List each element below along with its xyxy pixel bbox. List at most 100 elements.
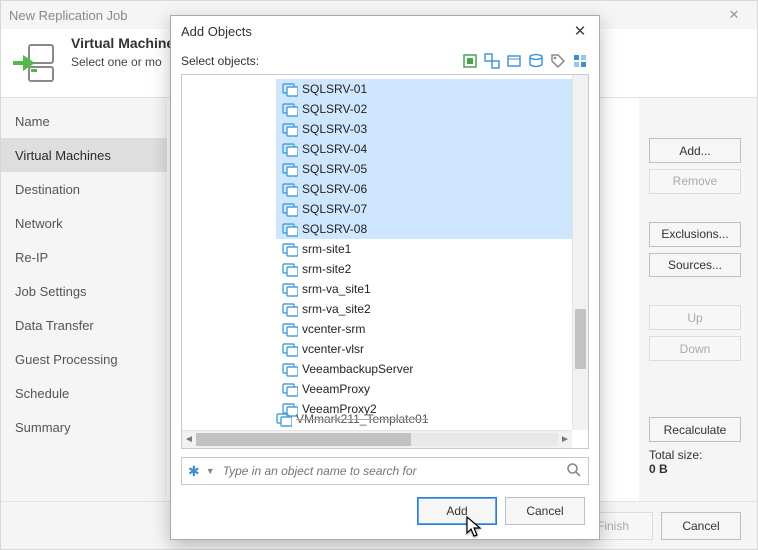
tree-item[interactable]: SQLSRV-04 [276,139,572,159]
object-tree-scroll[interactable]: SQLSRV-01 SQLSRV-02 SQLSRV-03 SQLSRV-04 SQLS… [182,75,572,448]
tree-item-cutoff: VMmark211_Template01 [276,410,429,428]
add-button[interactable]: Add... [649,138,741,163]
nav-item-destination[interactable]: Destination [1,172,167,206]
add-objects-dialog: Add Objects ✕ Select objects: SQLSRV-01S… [170,15,600,540]
tree-item[interactable]: SQLSRV-03 [276,119,572,139]
nav-item-network[interactable]: Network [1,206,167,240]
vm-icon [282,161,298,177]
total-size: Total size: 0 B [649,448,741,506]
tree-item[interactable]: SQLSRV-08 [276,219,572,239]
up-button: Up [649,305,741,330]
wizard-step-icon [11,39,59,87]
wizard-nav: NameVirtual MachinesDestinationNetworkRe… [1,98,167,506]
tree-item-label: VeeambackupServer [302,362,413,376]
vm-icon [282,141,298,157]
vm-icon [282,181,298,197]
hosts-view-icon[interactable] [461,52,479,70]
tags-view-icon[interactable] [549,52,567,70]
nav-item-schedule[interactable]: Schedule [1,376,167,410]
tree-item-label: SQLSRV-01 [302,82,367,96]
tree-item[interactable]: SQLSRV-05 [276,159,572,179]
wizard-side-buttons: Add... Remove Exclusions... Sources... U… [639,98,757,506]
vm-icon [282,281,298,297]
nav-item-name[interactable]: Name [1,104,167,138]
tree-item-label: vcenter-vlsr [302,342,364,356]
nav-item-re-ip[interactable]: Re-IP [1,240,167,274]
dialog-add-button[interactable]: Add [417,497,497,525]
vm-icon [282,121,298,137]
tree-item-label: SQLSRV-06 [302,182,367,196]
tree-item[interactable]: SQLSRV-07 [276,199,572,219]
down-button: Down [649,336,741,361]
tree-item[interactable]: SQLSRV-01 [276,79,572,99]
apps-view-icon[interactable] [571,52,589,70]
nav-item-job-settings[interactable]: Job Settings [1,274,167,308]
recalculate-button[interactable]: Recalculate [649,417,741,442]
close-icon[interactable]: ✕ [719,4,749,26]
nav-item-virtual-machines[interactable]: Virtual Machines [1,138,167,172]
hosts-clusters-view-icon[interactable] [483,52,501,70]
tree-item[interactable]: SQLSRV-02 [276,99,572,119]
search-input[interactable] [221,463,560,479]
vm-icon [282,221,298,237]
tree-item-label: SQLSRV-08 [302,222,367,236]
tree-item[interactable]: srm-va_site1 [276,279,572,299]
vm-icon [282,261,298,277]
vm-icon [282,321,298,337]
magnifier-icon[interactable] [566,462,582,481]
nav-item-guest-processing[interactable]: Guest Processing [1,342,167,376]
tree-item-label: SQLSRV-04 [302,142,367,156]
dialog-footer: Add Cancel [171,485,599,539]
search-icon: ✱ [188,463,200,480]
sources-button[interactable]: Sources... [649,253,741,278]
vm-icon [282,101,298,117]
tree-item[interactable]: srm-site1 [276,239,572,259]
dialog-titlebar: Add Objects ✕ [171,16,599,46]
tree-item-label: VeeamProxy [302,382,370,396]
total-size-value: 0 B [649,462,741,476]
vms-templates-view-icon[interactable] [505,52,523,70]
chevron-down-icon[interactable]: ▼ [206,466,215,476]
search-box[interactable]: ✱ ▼ [181,457,589,485]
wizard-title: New Replication Job [9,8,128,23]
vm-icon [282,301,298,317]
vm-icon [282,81,298,97]
select-objects-label: Select objects: [181,54,259,68]
tree-item[interactable]: VeeambackupServer [276,359,572,379]
tree-item-label: vcenter-srm [302,322,365,336]
dialog-title: Add Objects [181,24,252,39]
dialog-toolbar: Select objects: [171,46,599,74]
tree-item-label: srm-va_site2 [302,302,371,316]
object-tree: SQLSRV-01 SQLSRV-02 SQLSRV-03 SQLSRV-04 SQLS… [181,74,589,449]
nav-item-summary[interactable]: Summary [1,410,167,444]
tree-item-label: SQLSRV-05 [302,162,367,176]
tree-item-label: srm-va_site1 [302,282,371,296]
dialog-cancel-button[interactable]: Cancel [505,497,585,525]
tree-item[interactable]: SQLSRV-06 [276,179,572,199]
remove-button: Remove [649,169,741,194]
exclusions-button[interactable]: Exclusions... [649,222,741,247]
vm-icon [282,361,298,377]
tree-item[interactable]: VeeamProxy [276,379,572,399]
close-icon[interactable]: ✕ [567,20,593,42]
nav-item-data-transfer[interactable]: Data Transfer [1,308,167,342]
cancel-button[interactable]: Cancel [661,512,741,540]
tree-item[interactable]: vcenter-vlsr [276,339,572,359]
tree-item[interactable]: srm-va_site2 [276,299,572,319]
datastores-view-icon[interactable] [527,52,545,70]
tree-item-label: srm-site2 [302,262,351,276]
tree-item-label: SQLSRV-02 [302,102,367,116]
vertical-scrollbar[interactable] [572,75,588,430]
tree-item[interactable]: vcenter-srm [276,319,572,339]
total-size-label: Total size: [649,448,741,462]
view-icons [461,52,589,70]
tree-item[interactable]: srm-site2 [276,259,572,279]
tree-item-label: SQLSRV-03 [302,122,367,136]
vm-icon [282,381,298,397]
vm-icon [282,241,298,257]
vm-icon [282,201,298,217]
vm-icon [282,341,298,357]
horizontal-scrollbar[interactable]: ◄► [182,430,572,448]
tree-item-label: SQLSRV-07 [302,202,367,216]
tree-item-label: srm-site1 [302,242,351,256]
